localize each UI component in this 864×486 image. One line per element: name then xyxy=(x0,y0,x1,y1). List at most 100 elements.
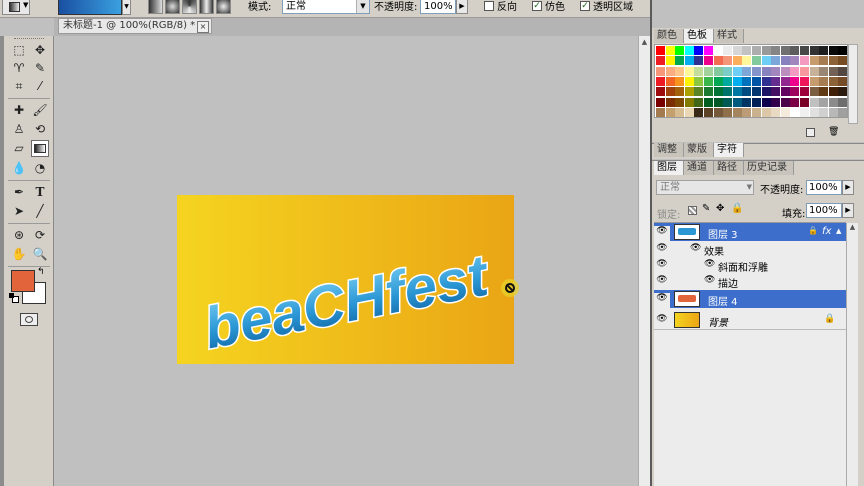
lock-position-icon[interactable]: ✥ xyxy=(716,203,724,214)
layer-opacity-slider-button[interactable]: ▶ xyxy=(842,180,854,195)
color-swatch[interactable] xyxy=(752,107,761,117)
quick-mask-icon[interactable] xyxy=(20,313,38,326)
color-swatch[interactable] xyxy=(675,46,685,55)
color-swatch[interactable] xyxy=(723,46,733,55)
layer-row-background[interactable]: 👁 背景 🔒 xyxy=(654,310,846,330)
clone-stamp-tool-icon[interactable]: ♙ xyxy=(10,121,28,138)
fx-icon[interactable]: fx xyxy=(822,226,831,237)
opacity-slider-button[interactable]: ▶ xyxy=(456,0,468,14)
color-swatch[interactable] xyxy=(752,87,761,97)
color-swatch[interactable] xyxy=(809,76,819,86)
move-tool-icon[interactable]: ✥ xyxy=(31,42,49,59)
color-swatch[interactable] xyxy=(694,46,704,55)
color-swatch[interactable] xyxy=(665,76,675,86)
color-swatch[interactable] xyxy=(780,97,790,107)
effect-eye-icon[interactable]: 👁 xyxy=(704,275,715,285)
color-swatch[interactable] xyxy=(761,76,771,86)
color-swatch[interactable] xyxy=(838,46,848,55)
canvas[interactable]: beaCHfest xyxy=(177,195,514,364)
color-swatch[interactable] xyxy=(704,87,713,97)
color-swatch[interactable] xyxy=(656,97,665,107)
color-swatch[interactable] xyxy=(713,97,723,107)
color-swatch[interactable] xyxy=(809,107,819,117)
swatch-scrollbar[interactable] xyxy=(848,44,858,124)
color-swatch[interactable] xyxy=(675,66,685,76)
effect-eye-icon[interactable]: 👁 xyxy=(704,259,715,269)
color-swatch[interactable] xyxy=(656,87,665,97)
color-swatch[interactable] xyxy=(694,56,704,66)
color-swatch[interactable] xyxy=(694,97,704,107)
blend-mode-select[interactable]: 正常 ▼ xyxy=(656,180,754,195)
vertical-scrollbar[interactable]: ▲ xyxy=(638,36,650,486)
color-swatch[interactable] xyxy=(761,56,771,66)
color-swatch[interactable] xyxy=(694,87,704,97)
layer-name[interactable]: 图层 4 xyxy=(708,293,738,308)
color-swatch[interactable] xyxy=(723,66,733,76)
color-swatch[interactable] xyxy=(732,66,742,76)
eye-icon[interactable]: 👁 xyxy=(654,314,670,324)
line-tool-icon[interactable]: ╱ xyxy=(31,203,49,220)
3d-orbit-tool-icon[interactable]: ⟳ xyxy=(31,227,49,244)
lock-pixels-icon[interactable]: ✎ xyxy=(702,203,710,214)
color-swatch[interactable] xyxy=(684,97,694,107)
color-swatch[interactable] xyxy=(809,66,819,76)
color-swatch[interactable] xyxy=(828,56,838,66)
color-swatch[interactable] xyxy=(809,97,819,107)
layer-row-layer-3[interactable]: 👁 图层 3 🔒 fx ▲ xyxy=(654,223,846,241)
effect-eye-icon[interactable]: 👁 xyxy=(690,243,701,253)
tab-color[interactable]: 颜色 xyxy=(654,29,684,43)
eye-icon[interactable]: 👁 xyxy=(654,259,670,269)
diamond-gradient-button[interactable] xyxy=(216,0,231,14)
color-swatch[interactable] xyxy=(665,56,675,66)
scroll-up-icon[interactable]: ▲ xyxy=(639,38,650,50)
color-swatch[interactable] xyxy=(838,107,848,117)
hand-tool-icon[interactable]: ✋ xyxy=(10,246,28,263)
color-swatch[interactable] xyxy=(742,76,752,86)
color-swatch[interactable] xyxy=(828,97,838,107)
scroll-up-icon[interactable]: ▲ xyxy=(847,223,858,231)
foreground-color-swatch[interactable] xyxy=(11,270,35,292)
eye-icon[interactable]: 👁 xyxy=(654,226,670,241)
color-swatch[interactable] xyxy=(742,87,752,97)
color-swatch[interactable] xyxy=(713,76,723,86)
color-swatch[interactable] xyxy=(771,97,781,107)
color-swatch[interactable] xyxy=(790,97,800,107)
zoom-tool-icon[interactable]: 🔍 xyxy=(31,246,49,263)
color-swatch[interactable] xyxy=(675,76,685,86)
color-swatch[interactable] xyxy=(665,87,675,97)
color-swatch[interactable] xyxy=(723,87,733,97)
color-swatch[interactable] xyxy=(838,76,848,86)
color-swatch[interactable] xyxy=(780,46,790,55)
color-swatch[interactable] xyxy=(684,76,694,86)
radial-gradient-button[interactable] xyxy=(165,0,180,14)
color-swatch[interactable] xyxy=(694,107,704,117)
color-swatch[interactable] xyxy=(694,66,704,76)
color-swatch[interactable] xyxy=(656,107,665,117)
gradient-dropdown-button[interactable]: ▼ xyxy=(122,0,131,15)
eraser-tool-icon[interactable]: ▱ xyxy=(10,140,28,157)
color-swatch[interactable] xyxy=(742,56,752,66)
color-swatch[interactable] xyxy=(704,46,713,55)
color-swatch[interactable] xyxy=(732,46,742,55)
quick-select-tool-icon[interactable]: ✎ xyxy=(31,60,49,77)
color-swatch[interactable] xyxy=(684,107,694,117)
lock-all-icon[interactable]: 🔒 xyxy=(731,203,743,214)
color-swatch[interactable] xyxy=(742,46,752,55)
lasso-tool-icon[interactable]: ♈ xyxy=(10,60,28,77)
tool-preset-button[interactable]: ▼ xyxy=(2,0,30,15)
color-swatch[interactable] xyxy=(800,107,809,117)
tab-layers[interactable]: 图层 xyxy=(654,161,684,175)
color-swatch[interactable] xyxy=(800,97,809,107)
color-swatch[interactable] xyxy=(704,97,713,107)
color-swatch[interactable] xyxy=(780,87,790,97)
color-swatch[interactable] xyxy=(809,46,819,55)
eyedropper-tool-icon[interactable]: ⁄ xyxy=(31,78,49,95)
color-swatch[interactable] xyxy=(828,66,838,76)
color-swatch[interactable] xyxy=(838,66,848,76)
color-swatch[interactable] xyxy=(665,97,675,107)
color-swatch[interactable] xyxy=(675,107,685,117)
color-swatch[interactable] xyxy=(790,66,800,76)
color-swatch[interactable] xyxy=(723,76,733,86)
tab-paths[interactable]: 路径 xyxy=(714,161,744,175)
color-swatch[interactable] xyxy=(761,46,771,55)
